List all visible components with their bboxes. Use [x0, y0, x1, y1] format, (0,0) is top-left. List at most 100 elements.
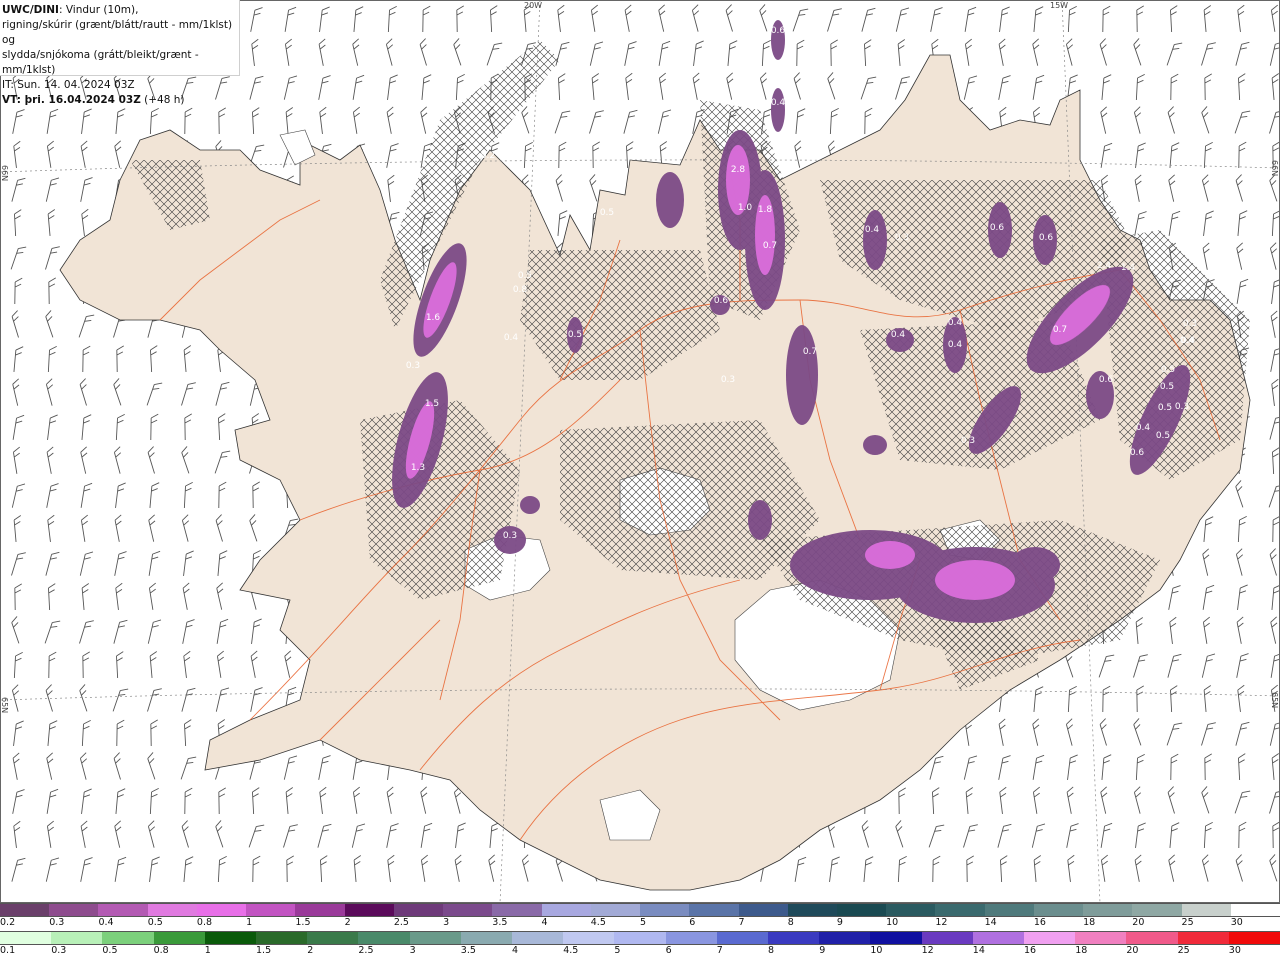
- snow-legend-label: 10: [886, 917, 899, 928]
- snow-value-label: 0.6: [1039, 233, 1054, 243]
- header-line1: : Vindur (10m),: [58, 4, 139, 16]
- snow-legend-label: 4.5: [590, 917, 606, 928]
- snow-value-label: 0.5: [1160, 382, 1174, 392]
- rain-legend-label: 0.5: [102, 945, 118, 956]
- rain-swatch: [102, 932, 154, 944]
- snow-legend-label: 6: [689, 917, 696, 928]
- rain-legend-label: 30: [1228, 945, 1241, 956]
- snow-legend-label: 1: [246, 917, 253, 928]
- snow-value-label: 0.5: [1156, 431, 1170, 441]
- snow-swatch: [443, 904, 493, 916]
- snow-swatch: [1083, 904, 1133, 916]
- header-line3: slydda/snjókoma (grátt/bleikt/grænt - mm…: [2, 49, 199, 76]
- snow-legend-label: 25: [1181, 917, 1194, 928]
- snow-swatch: [393, 904, 444, 916]
- lat-label-66n-right: 66N: [1270, 160, 1279, 177]
- rain-swatch: [614, 932, 666, 944]
- rain-swatch: [563, 932, 615, 944]
- snow-swatch: [147, 904, 197, 916]
- rain-legend-label: 8: [768, 945, 775, 956]
- snow-legend: 0.2 0.3 0.4 0.5 0.8 1 1.5 2 2.5 3 3.5 4 4.5 5 6 7 8 9 10 12…: [0, 903, 1280, 930]
- snow-value-label: 0.6: [771, 26, 786, 36]
- snow-legend-label: 14: [984, 917, 997, 928]
- snow-value-label: 0.3: [406, 361, 420, 371]
- snow-value-label: 1.3: [411, 463, 425, 473]
- rain-legend-label: 20: [1126, 945, 1139, 956]
- rain-legend: 0.1 0.3 0.5 0.8 1 1.5 2 2.5 3 3.5 4 4.5 5 6 7 8 9 10 12 14 1…: [0, 931, 1280, 958]
- model-name: UWC/DINI: [2, 4, 59, 16]
- rain-swatch: [1126, 932, 1178, 944]
- rain-legend-label: 7: [716, 945, 723, 956]
- rain-legend-label: 0.3: [51, 945, 67, 956]
- snow-value-label: 1.5: [425, 399, 439, 409]
- snow-value-label: 0.3: [1175, 402, 1189, 412]
- rain-swatch: [716, 932, 769, 944]
- snow-value-label: 0.4: [948, 318, 963, 328]
- snow-swatch: [344, 904, 394, 916]
- rain-legend-label: 1.5: [256, 945, 272, 956]
- snow-swatch: [738, 904, 788, 916]
- rain-swatch: [51, 932, 103, 944]
- rain-swatch: [460, 932, 513, 944]
- lon-label-20w: 20W: [524, 1, 543, 10]
- map-info-box: UWC/DINI: Vindur (10m), rigning/skúrir (…: [0, 0, 240, 106]
- rain-legend-label: 12: [921, 945, 934, 956]
- rain-legend-label: 14: [972, 945, 985, 956]
- valid-time: VT: þri. 16.04.2024 03Z: [2, 94, 141, 106]
- snow-value-label: 0.3: [721, 375, 735, 385]
- rain-legend-label: 4.5: [563, 945, 579, 956]
- snow-swatch: [98, 904, 148, 916]
- snow-swatch: [196, 904, 247, 916]
- snow-legend-label: 8: [787, 917, 794, 928]
- snow-legend-label: 16: [1033, 917, 1046, 928]
- rain-swatch: [1075, 932, 1127, 944]
- snow-legend-label: 18: [1083, 917, 1096, 928]
- rain-swatch: [1177, 932, 1229, 944]
- weather-map: 0.6 0.4 0.2 2.8 1.0 1.8 0.7 0.5 0.8 0.4 0.3 0.6 0.6 0…: [0, 0, 1280, 903]
- snow-value-label: 0.6: [1099, 375, 1114, 385]
- rain-swatch: [0, 932, 52, 944]
- snow-value-label: 0.7: [803, 347, 817, 357]
- snow-swatch: [541, 904, 591, 916]
- rain-swatch: [921, 932, 973, 944]
- snow-value-label: 0.3: [961, 436, 975, 446]
- rain-legend-label: 3: [409, 945, 416, 956]
- snow-legend-label: 3.5: [492, 917, 508, 928]
- valid-time-offset: (+48 h): [140, 94, 185, 106]
- snow-value-label: 0.4: [771, 98, 786, 108]
- snow-swatch: [787, 904, 837, 916]
- snow-legend-label: 4: [541, 917, 548, 928]
- snow-legend-label: 0.2: [0, 917, 16, 928]
- rain-swatch: [204, 932, 257, 944]
- snow-legend-label: 0.8: [196, 917, 213, 928]
- snow-legend-label: 9: [836, 917, 843, 928]
- rain-legend-label: 2: [307, 945, 314, 956]
- snow-value-label: 0.8: [513, 285, 528, 295]
- rain-legend-label: 1: [204, 945, 211, 956]
- snow-legend-label: 0.5: [147, 917, 163, 928]
- snow-value-label: 0.6: [1130, 448, 1145, 458]
- snow-legend-label: 5: [640, 917, 647, 928]
- rain-legend-label: 10: [870, 945, 883, 956]
- rain-legend-label: 18: [1075, 945, 1088, 956]
- rain-swatch: [870, 932, 922, 944]
- snow-value-label: 0.7: [1053, 325, 1067, 335]
- rain-swatch: [307, 932, 359, 944]
- snow-legend-label: 0.4: [98, 917, 114, 928]
- snow-swatch: [689, 904, 739, 916]
- snow-swatch: [935, 904, 985, 916]
- rain-legend-label: 0.8: [153, 945, 169, 956]
- rain-swatch: [409, 932, 461, 944]
- rain-legend-labels: 0.1 0.3 0.5 0.8 1 1.5 2 2.5 3 3.5 4 4.5 5 6 7 8 9 10 12 14 1…: [0, 945, 1280, 958]
- snow-legend-label: 1.5: [295, 917, 311, 928]
- snow-value-label: 0.5: [600, 208, 614, 218]
- snow-value-label: 0.4: [865, 225, 880, 235]
- rain-legend-label: 9: [819, 945, 826, 956]
- rain-legend-label: 3.5: [460, 945, 476, 956]
- lat-label-65n-left: 65N: [0, 697, 9, 714]
- snow-value-label: 0.6: [990, 223, 1005, 233]
- snow-swatch: [246, 904, 296, 916]
- snow-legend-labels: 0.2 0.3 0.4 0.5 0.8 1 1.5 2 2.5 3 3.5 4 4.5 5 6 7 8 9 10 12…: [0, 917, 1280, 930]
- snow-value-label: 0.4: [504, 333, 519, 343]
- snow-value-label: 0.5: [1161, 365, 1175, 375]
